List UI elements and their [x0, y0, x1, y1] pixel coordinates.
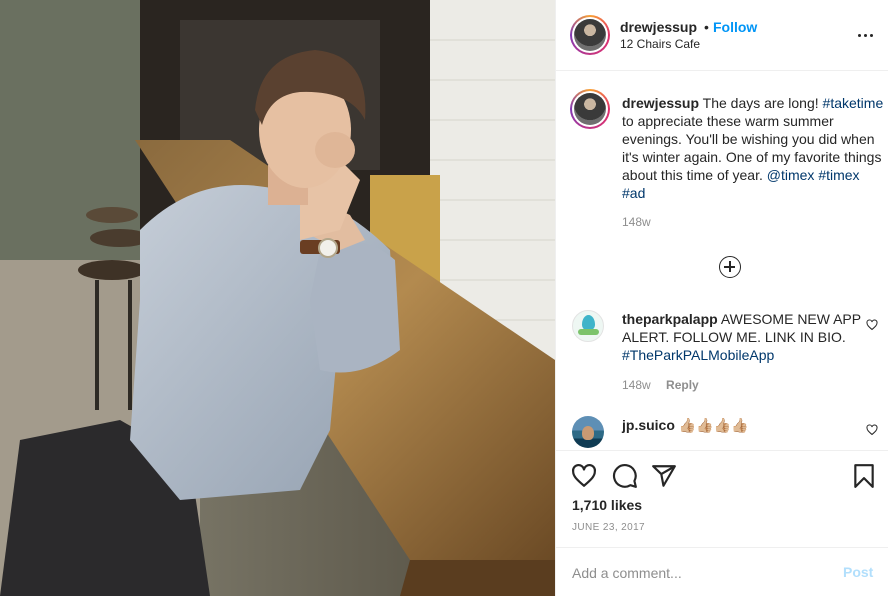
caption-avatar[interactable]: [570, 89, 610, 129]
comment-avatar[interactable]: [572, 416, 604, 448]
heart-icon[interactable]: [866, 319, 878, 331]
heart-icon[interactable]: [571, 463, 597, 489]
post-side-panel: drewjessup • Follow 12 Chairs Cafe drewj…: [555, 0, 888, 596]
header-username[interactable]: drewjessup: [620, 19, 697, 35]
add-comment-input[interactable]: [572, 562, 822, 584]
post-header: drewjessup • Follow 12 Chairs Cafe: [556, 0, 888, 71]
location-link[interactable]: 12 Chairs Cafe: [620, 37, 700, 51]
comment-icon[interactable]: [612, 463, 638, 489]
comment: theparkpalapp AWESOME NEW APP ALERT. FOL…: [622, 310, 872, 364]
more-horizontal-icon[interactable]: [854, 24, 878, 46]
post-actions: 1,710 likes JUNE 23, 2017 Post: [556, 450, 888, 596]
caption-username[interactable]: drewjessup: [622, 95, 699, 111]
instagram-post: drewjessup • Follow 12 Chairs Cafe drewj…: [0, 0, 888, 596]
caption-text: The days are long!: [702, 95, 819, 111]
caption-hashtag[interactable]: #taketime: [823, 95, 884, 111]
post-photo[interactable]: [0, 0, 555, 596]
heart-icon[interactable]: [866, 424, 878, 436]
comment: jp.suico 👍🏼👍🏼👍🏼👍🏼: [622, 416, 872, 434]
comment-text: 👍🏼👍🏼👍🏼👍🏼: [678, 417, 749, 433]
follow-button[interactable]: Follow: [713, 19, 757, 35]
caption-mention[interactable]: @timex: [767, 167, 815, 183]
caption-hashtag[interactable]: #timex: [818, 167, 859, 183]
caption-timestamp[interactable]: 148w: [622, 215, 651, 229]
avatar-image: [574, 93, 606, 125]
likes-count[interactable]: 1,710 likes: [572, 497, 642, 513]
plus-circle-icon[interactable]: [719, 256, 741, 278]
header-separator: •: [704, 19, 709, 35]
post-photo-image: [0, 0, 555, 596]
comment-username[interactable]: jp.suico: [622, 417, 675, 433]
avatar[interactable]: [570, 15, 610, 55]
comment-timestamp[interactable]: 148w: [622, 378, 651, 392]
avatar-image: [574, 19, 606, 51]
comment-avatar[interactable]: [572, 310, 604, 342]
share-icon[interactable]: [651, 463, 677, 489]
comment-username[interactable]: theparkpalapp: [622, 311, 718, 327]
comment-hashtag[interactable]: #TheParkPALMobileApp: [622, 347, 774, 363]
bookmark-icon[interactable]: [851, 463, 877, 489]
post-caption: drewjessup The days are long! #taketime …: [622, 94, 884, 202]
reply-button[interactable]: Reply: [666, 378, 699, 392]
caption-hashtag[interactable]: #ad: [622, 185, 645, 201]
post-comment-button[interactable]: Post: [843, 564, 873, 580]
post-date[interactable]: JUNE 23, 2017: [572, 522, 645, 533]
add-comment-row: Post: [556, 547, 888, 596]
comment-meta: 148w Reply: [622, 378, 699, 392]
